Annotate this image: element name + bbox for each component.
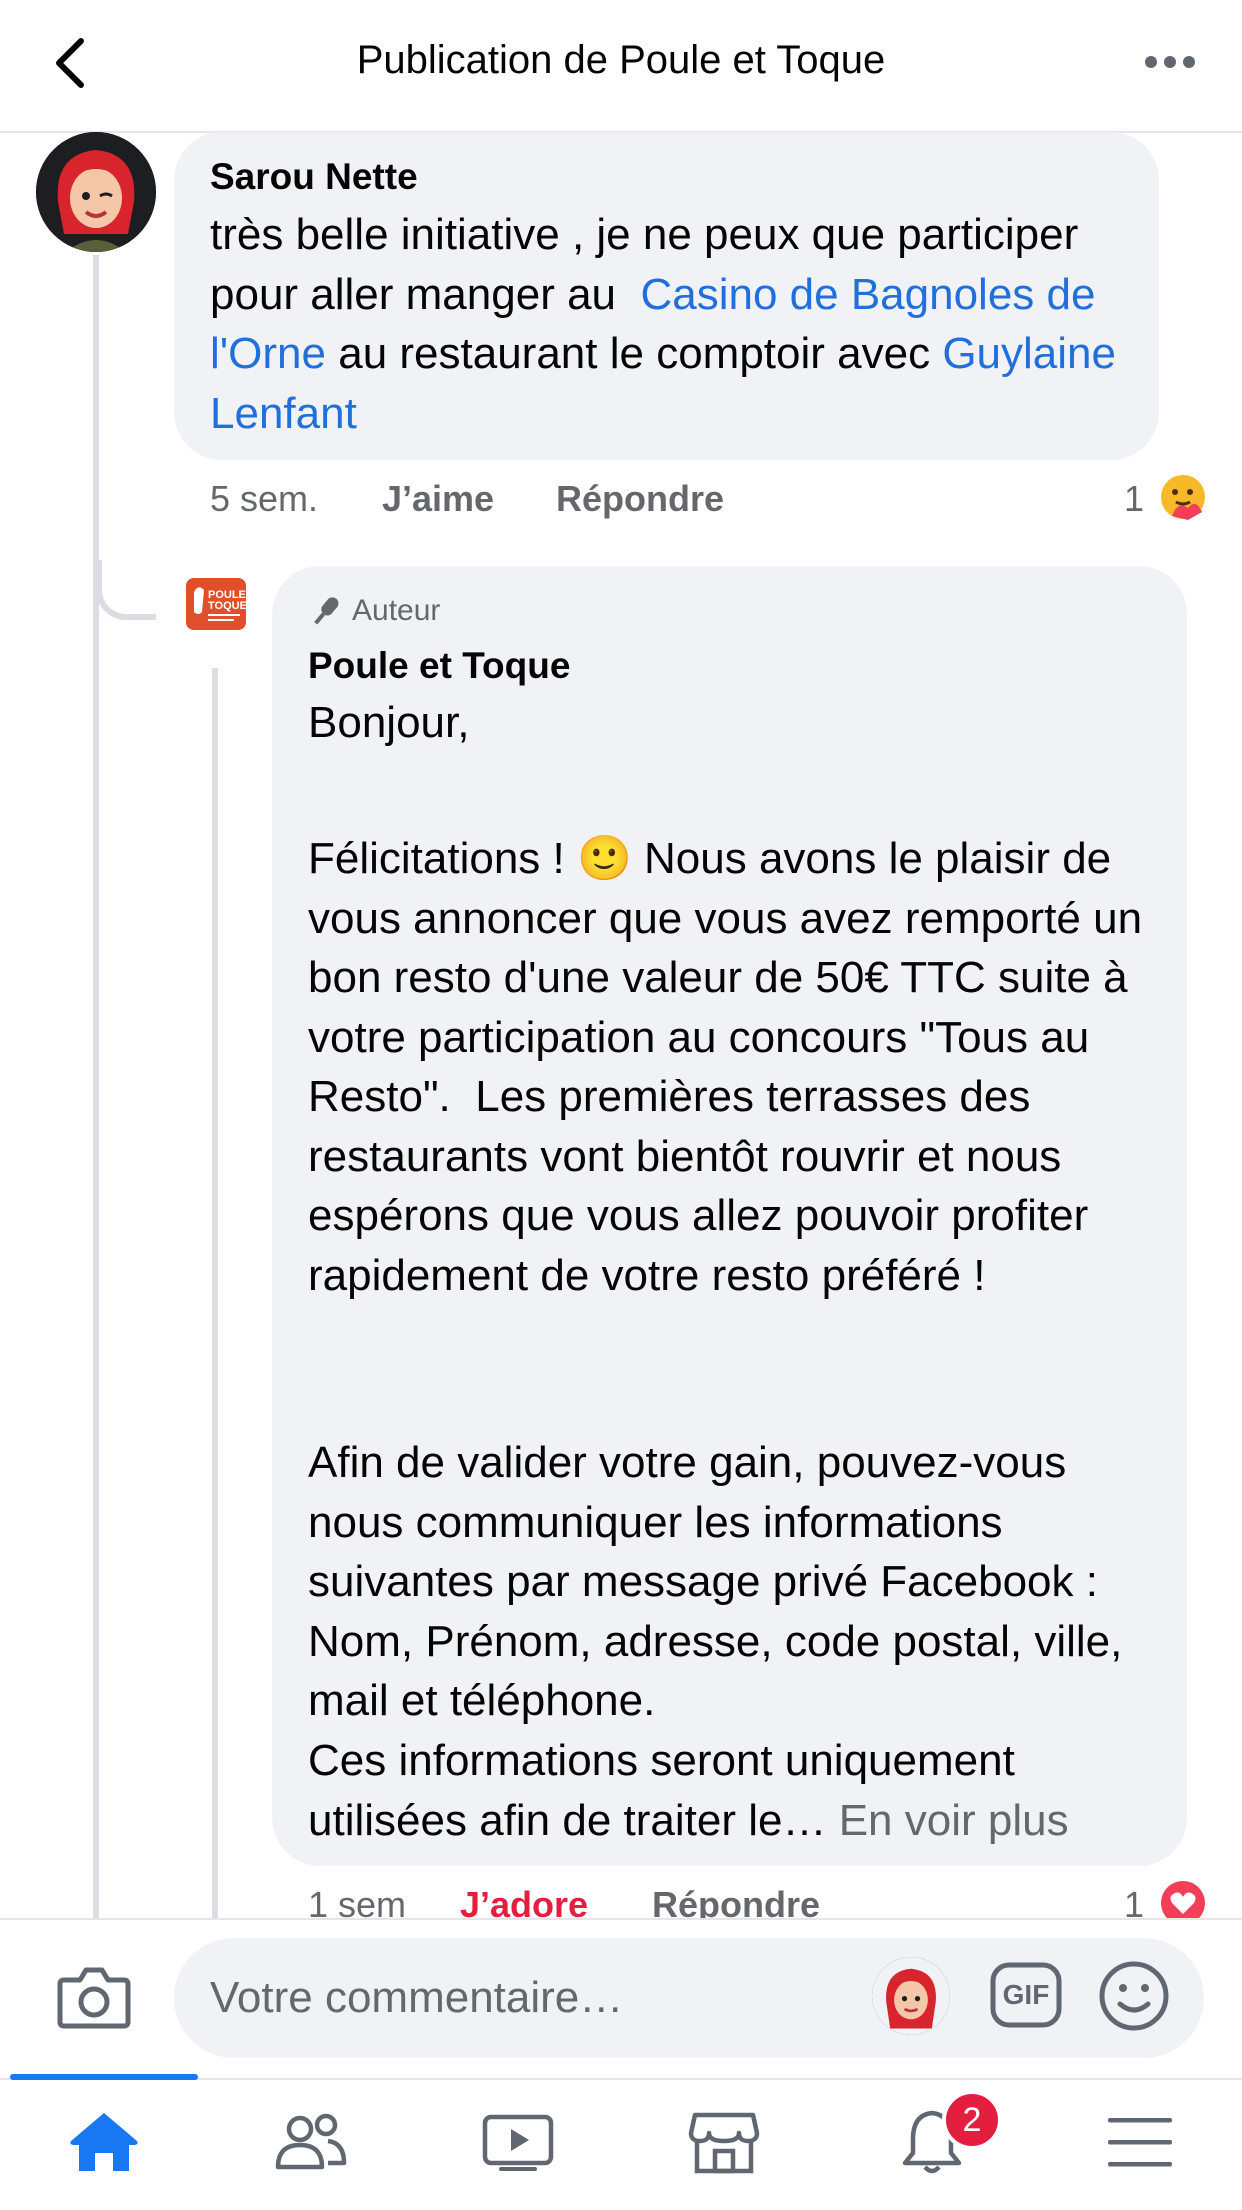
bottom-tab-bar [0, 2078, 1242, 2210]
friends-icon [275, 2113, 347, 2170]
author-badge-label: Auteur [352, 594, 441, 627]
logo-text: TOQUE [208, 600, 246, 612]
notification-badge: 2 [942, 2090, 1002, 2150]
comment-text: très belle initiative , je ne peux que p… [210, 205, 1140, 443]
microphone-icon [314, 597, 339, 625]
back-button[interactable] [40, 28, 100, 98]
slightly-smiling-emoji-icon: 🙂 [576, 834, 632, 883]
like-button[interactable]: J’aime [382, 474, 494, 524]
thread-line [93, 255, 99, 1918]
tab-watch[interactable] [458, 2092, 578, 2192]
thread-connector [96, 560, 156, 620]
camera-button[interactable] [56, 1962, 132, 2032]
reply-text-part: Félicitations ! [308, 834, 577, 883]
hamburger-menu-icon [1108, 2118, 1172, 2167]
home-icon [70, 2113, 138, 2171]
more-options-button[interactable] [1130, 34, 1210, 90]
more-dots-icon [1145, 56, 1195, 68]
marketplace-icon [688, 2112, 760, 2174]
care-emoji-icon[interactable] [1158, 472, 1208, 522]
reply-paragraph: Afin de valider votre gain, pouvez-vous … [308, 1438, 1135, 1725]
comment-input-placeholder[interactable]: Votre commentaire… [210, 1968, 623, 2028]
reply-button[interactable]: Répondre [556, 474, 724, 524]
avatar-sticker-button[interactable] [872, 1957, 950, 2035]
reaction-count[interactable]: 1 [1124, 474, 1144, 524]
smiley-icon [1099, 1961, 1169, 2031]
active-tab-indicator [10, 2074, 198, 2080]
reply-author[interactable]: Poule et Toque [308, 641, 570, 691]
user-avatar-illustration [36, 132, 156, 252]
poule-et-toque-logo: POULE TOQUE [186, 578, 246, 630]
tab-friends[interactable] [250, 2092, 370, 2192]
tab-marketplace[interactable] [664, 2092, 784, 2192]
reply-text-part: Nous avons le plaisir de vous annoncer q… [308, 834, 1155, 1300]
gif-label: GIF [1002, 1979, 1050, 2010]
comment-time[interactable]: 5 sem. [210, 474, 318, 524]
author-badge: Auteur [308, 591, 440, 631]
reply-thread-line [212, 668, 218, 1918]
reply-paragraph: Félicitations ! 🙂 Nous avons le plaisir … [308, 829, 1168, 1305]
see-more-link[interactable]: En voir plus [839, 1796, 1069, 1845]
reply-paragraph: Ces informations seront uniquement utili… [308, 1731, 1168, 1850]
tab-home[interactable] [44, 2092, 164, 2192]
avatar[interactable] [36, 132, 156, 252]
avatar-sticker-icon [872, 1957, 950, 2035]
page-avatar[interactable]: POULE TOQUE [186, 578, 246, 630]
care-emoji-graphic [1161, 475, 1205, 520]
gif-button[interactable]: GIF [990, 1962, 1062, 2028]
chevron-left-icon [56, 38, 84, 88]
tab-menu[interactable] [1080, 2092, 1200, 2192]
comment-text-part: au restaurant le comptoir avec [326, 329, 943, 378]
camera-icon [57, 1967, 131, 2029]
video-icon [482, 2114, 554, 2171]
reply-paragraph: Bonjour, [308, 698, 470, 747]
comment-author[interactable]: Sarou Nette [210, 152, 418, 202]
page-title: Publication de Poule et Toque [356, 38, 886, 82]
emoji-button[interactable] [1098, 1960, 1170, 2032]
